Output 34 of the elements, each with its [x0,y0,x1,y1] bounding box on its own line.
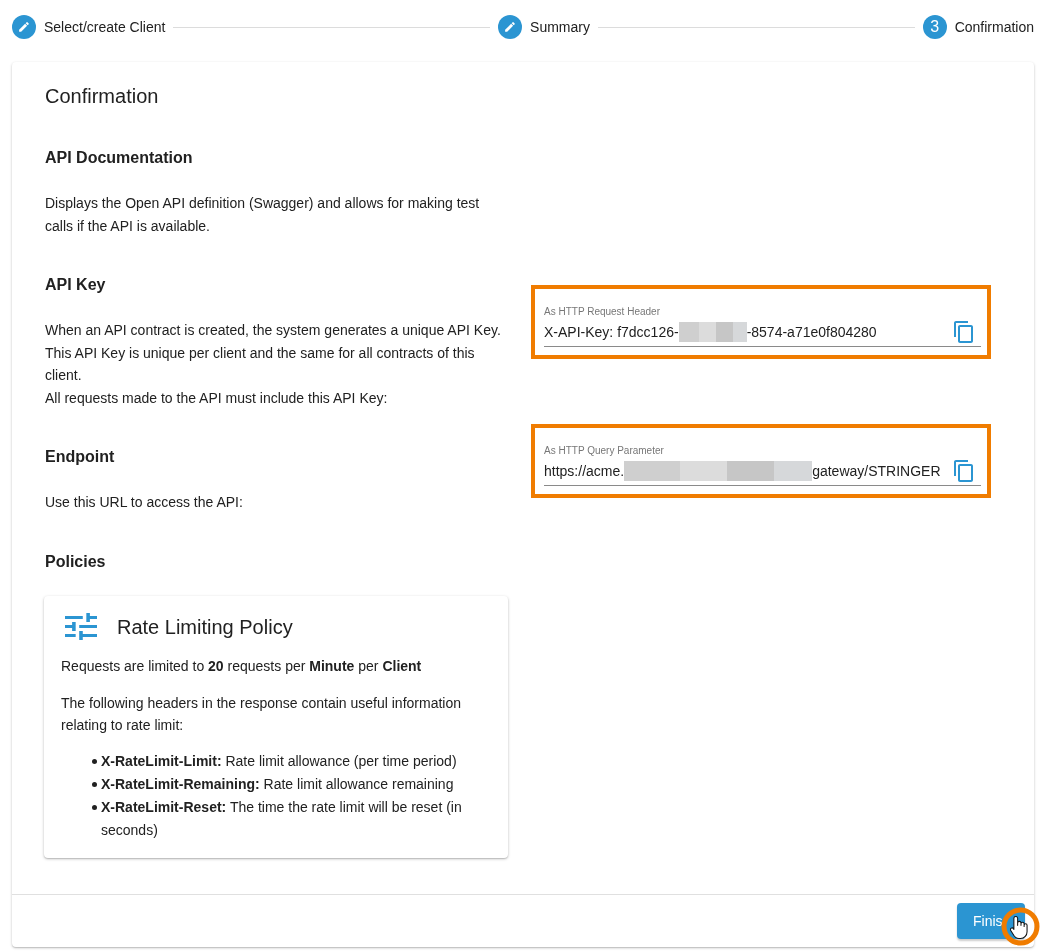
field-value: gateway/STRINGER [812,462,941,481]
section-heading: API Key [45,275,107,295]
description-text: All requests made to the API must include this API Key: [45,388,389,408]
input-field[interactable]: As HTTP Query Parameter https://acme. gateway/STRINGER [544,445,981,486]
section-heading: Policies [45,551,107,572]
section-heading: Endpoint [45,447,116,467]
step-number: 3 [922,15,947,39]
bullet-icon [92,781,97,787]
copy-icon[interactable] [954,460,973,482]
field-label: As HTTP Query Parameter [544,445,665,457]
hand-cursor-icon [1010,914,1028,940]
field-value: https://acme. [544,462,625,481]
list-item-text: X-RateLimit-Limit: Rate limit allowance (per time period) [101,751,457,771]
input-field[interactable]: As HTTP Request Header X-API-Key: f7dcc126- -8574-a71e0f804280 [544,306,981,347]
page-title: Confirmation [45,84,160,109]
field-value: X-API-Key: f7dcc126- [544,323,679,342]
policy-title: Rate Limiting Policy [117,614,293,640]
bullet-icon [92,804,97,810]
list-item-text: X-RateLimit-Reset: The time the rate limit will be reset (in seconds) [101,797,463,840]
copy-icon[interactable] [954,321,973,343]
sliders-icon [65,613,97,640]
step-label[interactable]: Confirmation [954,19,1034,35]
description-text: When an API contract is created, the system generates a unique API Key. This API Key is unique per client and the same for all contracts of this client. [45,321,502,385]
policy-summary: Requests are limited to 20 requests per Minute per Client [61,656,423,676]
policy-description: The following headers in the response contain useful information relating to rate limit: [61,693,463,735]
list-item-text: X-RateLimit-Remaining: Rate limit allowance remaining [101,774,454,794]
step-label[interactable]: Select/create Client [44,19,166,35]
description-text: Displays the Open API definition (Swagger) and allows for making test calls if the API is available. [45,194,481,236]
field-value: -8574-a71e0f804280 [746,323,877,342]
step-label[interactable]: Summary [530,19,590,35]
description-text: Use this URL to access the API: [45,493,244,512]
section-heading: API Documentation [45,148,194,168]
field-label: As HTTP Request Header [544,306,661,318]
bullet-icon [92,758,97,764]
